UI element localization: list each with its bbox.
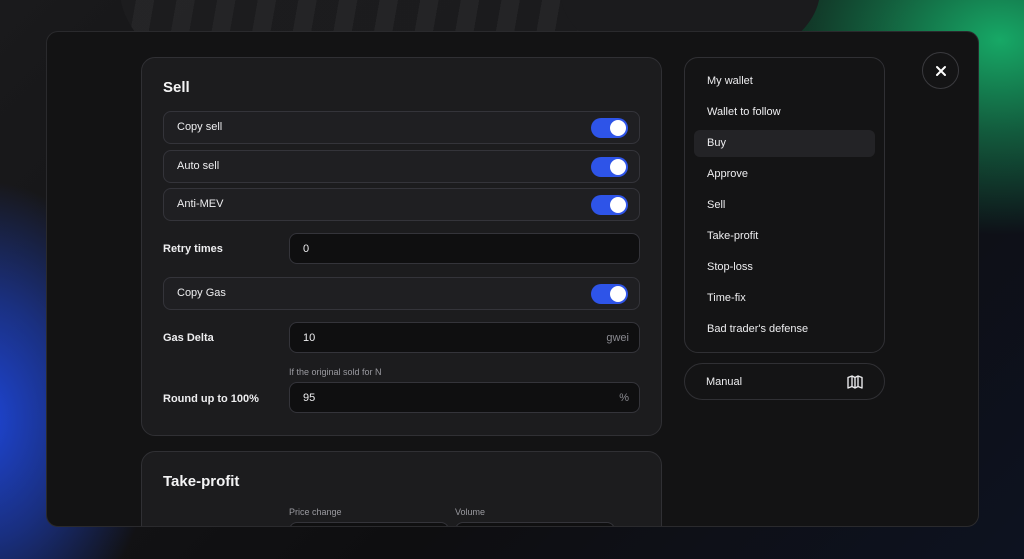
copy-sell-row[interactable]: Copy sell: [163, 111, 640, 144]
retry-times-label: Retry times: [163, 243, 223, 255]
nav-item-sell[interactable]: Sell: [694, 192, 875, 219]
anti-mev-row[interactable]: Anti-MEV: [163, 188, 640, 221]
gas-delta-label: Gas Delta: [163, 332, 214, 344]
close-icon: [936, 66, 946, 76]
take-profit-title: Take-profit: [163, 473, 240, 490]
round-up-unit: %: [619, 392, 629, 404]
copy-gas-row[interactable]: Copy Gas: [163, 277, 640, 310]
copy-gas-toggle[interactable]: [591, 284, 628, 304]
copy-gas-label: Copy Gas: [177, 287, 226, 299]
nav-item-wallet-to-follow[interactable]: Wallet to follow: [694, 99, 875, 126]
toggle-knob: [610, 197, 626, 213]
volume-input[interactable]: [455, 522, 615, 526]
auto-sell-toggle[interactable]: [591, 157, 628, 177]
toggle-knob: [610, 120, 626, 136]
toggle-knob: [610, 286, 626, 302]
nav-item-buy[interactable]: Buy: [694, 130, 875, 157]
nav-item-approve[interactable]: Approve: [694, 161, 875, 188]
gas-delta-unit: gwei: [606, 332, 629, 344]
toggle-knob: [610, 159, 626, 175]
sell-title: Sell: [163, 79, 190, 96]
round-up-input[interactable]: 95 %: [289, 382, 640, 413]
retry-times-value: 0: [303, 243, 310, 255]
copy-sell-label: Copy sell: [177, 121, 223, 133]
manual-button[interactable]: Manual: [684, 363, 885, 400]
round-up-hint: If the original sold for N: [289, 367, 382, 377]
round-up-label: Round up to 100%: [163, 393, 259, 405]
book-icon: [847, 375, 863, 389]
price-change-label: Price change: [289, 507, 342, 517]
retry-times-input[interactable]: 0: [289, 233, 640, 264]
settings-nav: My wallet Wallet to follow Buy Approve S…: [684, 57, 885, 353]
nav-item-my-wallet[interactable]: My wallet: [694, 68, 875, 95]
manual-label: Manual: [706, 376, 743, 388]
anti-mev-label: Anti-MEV: [177, 198, 224, 210]
gas-delta-input[interactable]: 10 gwei: [289, 322, 640, 353]
take-profit-section: Take-profit Price change Volume: [141, 451, 662, 526]
close-button[interactable]: [922, 52, 959, 89]
nav-item-bad-traders-defense[interactable]: Bad trader's defense: [694, 316, 875, 343]
round-up-value: 95: [303, 392, 316, 404]
auto-sell-label: Auto sell: [177, 160, 220, 172]
volume-label: Volume: [455, 507, 486, 517]
copy-sell-toggle[interactable]: [591, 118, 628, 138]
nav-item-take-profit[interactable]: Take-profit: [694, 223, 875, 250]
sell-section: Sell Copy sell Auto sell Anti-MEV Retry …: [141, 57, 662, 436]
anti-mev-toggle[interactable]: [591, 195, 628, 215]
price-change-input[interactable]: [289, 522, 449, 526]
gas-delta-value: 10: [303, 332, 316, 344]
nav-item-time-fix[interactable]: Time-fix: [694, 285, 875, 312]
auto-sell-row[interactable]: Auto sell: [163, 150, 640, 183]
settings-modal: Sell Copy sell Auto sell Anti-MEV Retry …: [46, 31, 979, 527]
nav-item-stop-loss[interactable]: Stop-loss: [694, 254, 875, 281]
